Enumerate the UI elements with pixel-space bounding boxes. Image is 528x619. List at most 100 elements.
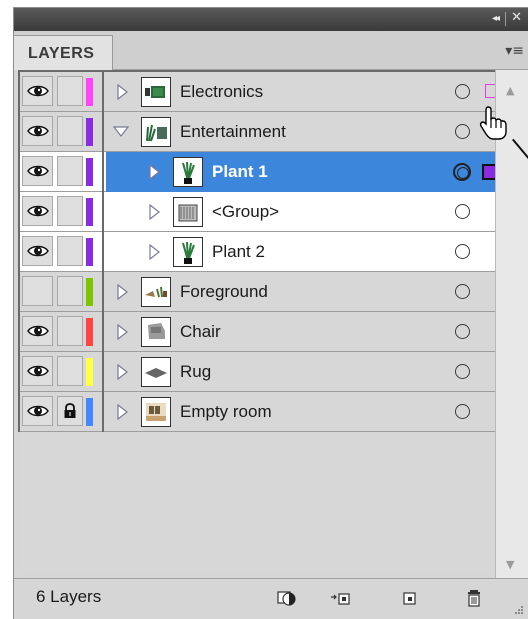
scroll-down-icon[interactable]: ▼ <box>506 558 514 571</box>
create-sublayer-button[interactable] <box>330 587 352 609</box>
clipping-mask-icon <box>277 591 296 606</box>
target-icon[interactable] <box>455 84 470 99</box>
layer-thumbnail <box>141 397 171 427</box>
layers-list: Electronics Entertainment Plant 1 <Group> Pl… <box>18 70 504 574</box>
visibility-toggle[interactable] <box>22 76 53 106</box>
eye-icon <box>26 125 49 137</box>
layer-name[interactable]: Foreground <box>180 282 268 302</box>
layer-name[interactable]: Plant 2 <box>212 242 265 262</box>
collapse-icon[interactable]: ◂◂ <box>492 13 500 24</box>
target-icon[interactable] <box>455 204 470 219</box>
disclosure-triangle-icon[interactable] <box>115 403 129 421</box>
layer-row[interactable]: Plant 2 <box>20 232 504 272</box>
column-divider <box>102 152 104 192</box>
disclosure-triangle-icon[interactable] <box>147 163 161 181</box>
eye-icon <box>26 205 49 217</box>
layer-thumbnail <box>141 317 171 347</box>
lock-toggle[interactable] <box>57 116 83 146</box>
column-divider <box>102 192 104 232</box>
visibility-toggle[interactable] <box>22 396 53 426</box>
layer-thumbnail <box>141 277 171 307</box>
layer-row[interactable]: Entertainment <box>20 112 504 152</box>
make-clipping-mask-button[interactable] <box>276 587 298 609</box>
layer-name[interactable]: Chair <box>180 322 221 342</box>
lock-toggle[interactable] <box>57 276 83 306</box>
column-divider <box>102 352 104 392</box>
layer-thumbnail <box>141 77 171 107</box>
layer-row[interactable]: Chair <box>20 312 504 352</box>
layer-color-swatch <box>86 118 93 146</box>
layer-color-swatch <box>86 78 93 106</box>
delete-layer-button[interactable] <box>464 587 486 609</box>
scroll-up-icon[interactable]: ▲ <box>506 84 514 97</box>
layer-color-swatch <box>86 198 93 226</box>
trash-icon <box>468 590 480 607</box>
layer-color-swatch <box>86 358 93 386</box>
disclosure-triangle-icon[interactable] <box>147 243 161 261</box>
selected-highlight <box>106 152 504 192</box>
lock-toggle[interactable] <box>57 396 83 426</box>
visibility-toggle[interactable] <box>22 156 53 186</box>
panel-menu-icon[interactable]: ▾≡ <box>505 43 524 59</box>
disclosure-triangle-icon[interactable] <box>115 323 129 341</box>
disclosure-triangle-icon[interactable] <box>115 83 129 101</box>
visibility-toggle[interactable] <box>22 356 53 386</box>
target-icon[interactable] <box>455 324 470 339</box>
disclosure-triangle-icon[interactable] <box>115 283 129 301</box>
layer-row[interactable]: Foreground <box>20 272 504 312</box>
lock-toggle[interactable] <box>57 196 83 226</box>
target-icon[interactable] <box>455 364 470 379</box>
lock-toggle[interactable] <box>57 356 83 386</box>
column-divider <box>102 272 104 312</box>
layer-name[interactable]: Empty room <box>180 402 272 422</box>
target-icon[interactable] <box>455 404 470 419</box>
titlebar-divider <box>505 12 506 26</box>
layer-name[interactable]: Entertainment <box>180 122 286 142</box>
layers-rows: Electronics Entertainment Plant 1 <Group> Pl… <box>18 70 504 432</box>
layer-row[interactable]: Electronics <box>20 72 504 112</box>
layer-thumbnail <box>141 357 171 387</box>
eye-icon <box>26 245 49 257</box>
eye-icon <box>26 365 49 377</box>
close-icon[interactable]: ✕ <box>511 10 522 25</box>
visibility-toggle[interactable] <box>22 316 53 346</box>
lock-toggle[interactable] <box>57 76 83 106</box>
column-divider <box>102 112 104 152</box>
disclosure-triangle-icon[interactable] <box>115 363 129 381</box>
layer-name[interactable]: Rug <box>180 362 211 382</box>
column-divider <box>102 312 104 352</box>
visibility-toggle[interactable] <box>22 236 53 266</box>
layer-thumbnail <box>173 157 203 187</box>
column-divider <box>102 232 104 272</box>
target-icon[interactable] <box>455 244 470 259</box>
layer-name[interactable]: <Group> <box>212 202 279 222</box>
disclosure-triangle-icon[interactable] <box>147 203 161 221</box>
resize-grip-icon[interactable] <box>512 605 524 617</box>
target-icon[interactable] <box>453 163 471 181</box>
layer-thumbnail <box>173 237 203 267</box>
layer-row[interactable]: Empty room <box>20 392 504 432</box>
visibility-toggle[interactable] <box>22 116 53 146</box>
layer-name[interactable]: Electronics <box>180 82 263 102</box>
layers-panel: ◂◂ ✕ LAYERS ▾≡ Electronics Entertainment P… <box>13 7 528 619</box>
disclosure-triangle-expanded-icon[interactable] <box>112 124 130 138</box>
create-new-layer-button[interactable] <box>399 587 421 609</box>
tab-bar: LAYERS ▾≡ <box>14 31 528 70</box>
target-icon[interactable] <box>455 124 470 139</box>
layer-row[interactable]: Rug <box>20 352 504 392</box>
visibility-toggle[interactable] <box>22 276 53 306</box>
lock-toggle[interactable] <box>57 236 83 266</box>
layer-name[interactable]: Plant 1 <box>212 162 268 182</box>
eye-icon <box>26 325 49 337</box>
layer-row[interactable]: <Group> <box>20 192 504 232</box>
layer-row[interactable]: Plant 1 <box>20 152 504 192</box>
lock-toggle[interactable] <box>57 156 83 186</box>
layer-color-swatch <box>86 398 93 426</box>
target-icon[interactable] <box>455 284 470 299</box>
column-divider <box>102 392 104 432</box>
visibility-toggle[interactable] <box>22 196 53 226</box>
vertical-scrollbar[interactable]: ▲ ▼ <box>495 70 528 580</box>
lock-toggle[interactable] <box>57 316 83 346</box>
layer-color-swatch <box>86 238 93 266</box>
tab-layers[interactable]: LAYERS <box>14 35 113 70</box>
